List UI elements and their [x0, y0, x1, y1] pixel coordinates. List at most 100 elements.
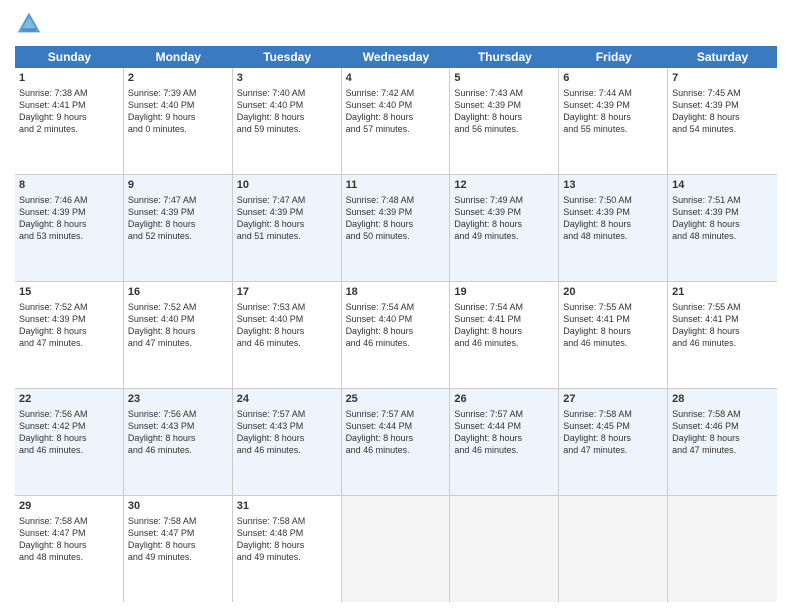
day-info: Sunrise: 7:57 AM — [454, 408, 554, 420]
day-info: Sunset: 4:40 PM — [237, 313, 337, 325]
day-info: Daylight: 8 hours — [128, 325, 228, 337]
day-info: Sunrise: 7:39 AM — [128, 87, 228, 99]
day-info: Sunrise: 7:46 AM — [19, 194, 119, 206]
day-info: Sunset: 4:39 PM — [19, 313, 119, 325]
day-info: Sunset: 4:40 PM — [128, 99, 228, 111]
day-7: 7Sunrise: 7:45 AMSunset: 4:39 PMDaylight… — [668, 68, 777, 174]
day-info: Daylight: 8 hours — [672, 218, 773, 230]
day-info: Sunset: 4:39 PM — [128, 206, 228, 218]
day-info: and 57 minutes. — [346, 123, 446, 135]
day-info: Sunset: 4:47 PM — [19, 527, 119, 539]
day-info: Sunrise: 7:58 AM — [563, 408, 663, 420]
day-21: 21Sunrise: 7:55 AMSunset: 4:41 PMDayligh… — [668, 282, 777, 388]
day-30: 30Sunrise: 7:58 AMSunset: 4:47 PMDayligh… — [124, 496, 233, 602]
day-info: Sunrise: 7:38 AM — [19, 87, 119, 99]
day-number: 22 — [19, 392, 119, 407]
day-info: Sunrise: 7:52 AM — [128, 301, 228, 313]
empty-cell — [342, 496, 451, 602]
day-info: and 46 minutes. — [128, 444, 228, 456]
day-info: Sunrise: 7:58 AM — [672, 408, 773, 420]
day-info: Sunset: 4:39 PM — [237, 206, 337, 218]
day-info: and 52 minutes. — [128, 230, 228, 242]
day-26: 26Sunrise: 7:57 AMSunset: 4:44 PMDayligh… — [450, 389, 559, 495]
day-info: Sunset: 4:40 PM — [346, 99, 446, 111]
day-number: 28 — [672, 392, 773, 407]
day-number: 30 — [128, 499, 228, 514]
day-info: Daylight: 8 hours — [563, 325, 663, 337]
header-day-thursday: Thursday — [450, 46, 559, 68]
day-info: Daylight: 8 hours — [237, 111, 337, 123]
day-info: Sunset: 4:39 PM — [346, 206, 446, 218]
day-info: Sunset: 4:40 PM — [346, 313, 446, 325]
day-info: Daylight: 8 hours — [454, 111, 554, 123]
day-info: Sunset: 4:48 PM — [237, 527, 337, 539]
day-number: 6 — [563, 71, 663, 86]
day-number: 8 — [19, 178, 119, 193]
day-number: 18 — [346, 285, 446, 300]
day-info: Sunset: 4:39 PM — [563, 99, 663, 111]
day-25: 25Sunrise: 7:57 AMSunset: 4:44 PMDayligh… — [342, 389, 451, 495]
day-info: Sunset: 4:39 PM — [672, 99, 773, 111]
day-info: Daylight: 8 hours — [237, 432, 337, 444]
day-info: Sunset: 4:44 PM — [454, 420, 554, 432]
day-12: 12Sunrise: 7:49 AMSunset: 4:39 PMDayligh… — [450, 175, 559, 281]
header-day-wednesday: Wednesday — [342, 46, 451, 68]
day-info: and 46 minutes. — [672, 337, 773, 349]
day-info: Daylight: 8 hours — [346, 325, 446, 337]
day-info: Daylight: 8 hours — [237, 539, 337, 551]
day-info: Sunrise: 7:42 AM — [346, 87, 446, 99]
day-18: 18Sunrise: 7:54 AMSunset: 4:40 PMDayligh… — [342, 282, 451, 388]
day-number: 3 — [237, 71, 337, 86]
day-22: 22Sunrise: 7:56 AMSunset: 4:42 PMDayligh… — [15, 389, 124, 495]
day-number: 21 — [672, 285, 773, 300]
day-info: Sunrise: 7:44 AM — [563, 87, 663, 99]
day-info: Daylight: 8 hours — [563, 218, 663, 230]
day-info: and 46 minutes. — [237, 337, 337, 349]
day-info: and 53 minutes. — [19, 230, 119, 242]
day-info: Daylight: 8 hours — [454, 218, 554, 230]
day-2: 2Sunrise: 7:39 AMSunset: 4:40 PMDaylight… — [124, 68, 233, 174]
day-info: Daylight: 8 hours — [19, 325, 119, 337]
day-info: Daylight: 8 hours — [128, 218, 228, 230]
day-info: and 56 minutes. — [454, 123, 554, 135]
day-number: 25 — [346, 392, 446, 407]
day-info: Sunset: 4:46 PM — [672, 420, 773, 432]
day-info: Sunrise: 7:47 AM — [237, 194, 337, 206]
day-info: and 47 minutes. — [672, 444, 773, 456]
day-24: 24Sunrise: 7:57 AMSunset: 4:43 PMDayligh… — [233, 389, 342, 495]
day-number: 23 — [128, 392, 228, 407]
empty-cell — [450, 496, 559, 602]
day-number: 7 — [672, 71, 773, 86]
day-info: Sunrise: 7:56 AM — [19, 408, 119, 420]
day-number: 9 — [128, 178, 228, 193]
day-number: 17 — [237, 285, 337, 300]
header-day-monday: Monday — [124, 46, 233, 68]
day-info: Daylight: 8 hours — [128, 432, 228, 444]
day-info: Sunrise: 7:57 AM — [237, 408, 337, 420]
day-info: and 2 minutes. — [19, 123, 119, 135]
day-number: 19 — [454, 285, 554, 300]
day-info: and 46 minutes. — [563, 337, 663, 349]
day-15: 15Sunrise: 7:52 AMSunset: 4:39 PMDayligh… — [15, 282, 124, 388]
day-info: Sunrise: 7:52 AM — [19, 301, 119, 313]
day-info: and 46 minutes. — [346, 444, 446, 456]
day-info: Daylight: 8 hours — [454, 325, 554, 337]
day-29: 29Sunrise: 7:58 AMSunset: 4:47 PMDayligh… — [15, 496, 124, 602]
day-info: and 0 minutes. — [128, 123, 228, 135]
day-info: and 46 minutes. — [19, 444, 119, 456]
day-info: Daylight: 8 hours — [19, 218, 119, 230]
day-info: and 46 minutes. — [237, 444, 337, 456]
day-number: 13 — [563, 178, 663, 193]
day-number: 29 — [19, 499, 119, 514]
day-13: 13Sunrise: 7:50 AMSunset: 4:39 PMDayligh… — [559, 175, 668, 281]
day-info: and 47 minutes. — [563, 444, 663, 456]
day-number: 11 — [346, 178, 446, 193]
day-31: 31Sunrise: 7:58 AMSunset: 4:48 PMDayligh… — [233, 496, 342, 602]
day-20: 20Sunrise: 7:55 AMSunset: 4:41 PMDayligh… — [559, 282, 668, 388]
header-day-friday: Friday — [559, 46, 668, 68]
day-5: 5Sunrise: 7:43 AMSunset: 4:39 PMDaylight… — [450, 68, 559, 174]
day-info: Daylight: 8 hours — [454, 432, 554, 444]
page-container: SundayMondayTuesdayWednesdayThursdayFrid… — [0, 0, 792, 612]
day-4: 4Sunrise: 7:42 AMSunset: 4:40 PMDaylight… — [342, 68, 451, 174]
day-11: 11Sunrise: 7:48 AMSunset: 4:39 PMDayligh… — [342, 175, 451, 281]
